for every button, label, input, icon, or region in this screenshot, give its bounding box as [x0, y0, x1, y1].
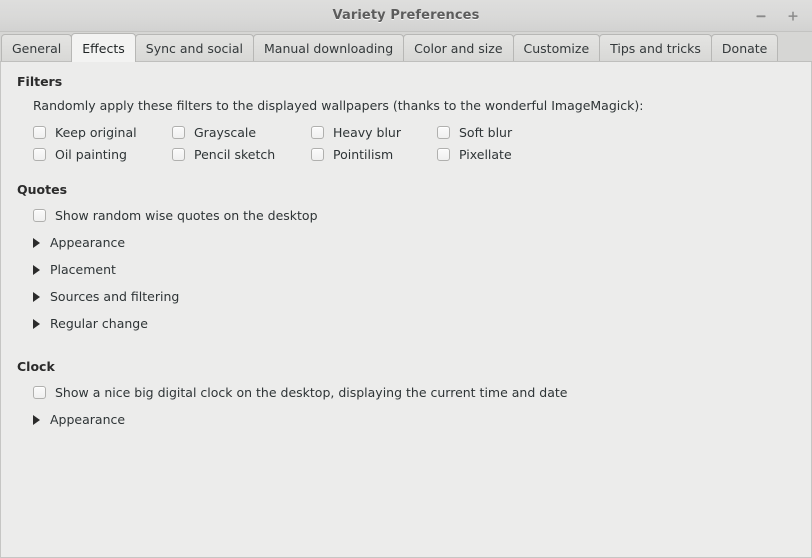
checkbox-row-show-quotes[interactable]: Show random wise quotes on the desktop — [33, 208, 811, 223]
checkbox-pencil-sketch[interactable] — [172, 148, 185, 161]
filters-checkbox-grid: Keep original Grayscale Heavy blur Soft … — [33, 125, 811, 162]
clock-section: Clock Show a nice big digital clock on t… — [1, 359, 811, 427]
expander-clock-appearance[interactable]: Appearance — [33, 412, 125, 427]
tab-color-and-size[interactable]: Color and size — [403, 34, 514, 61]
expander-quotes-regular-change[interactable]: Regular change — [33, 316, 148, 331]
checkbox-pixellate[interactable] — [437, 148, 450, 161]
checkbox-label: Grayscale — [194, 125, 257, 140]
checkbox-label: Soft blur — [459, 125, 513, 140]
checkbox-label: Show a nice big digital clock on the des… — [55, 385, 568, 400]
checkbox-label: Keep original — [55, 125, 137, 140]
checkbox-grayscale[interactable] — [172, 126, 185, 139]
window-controls — [752, 0, 802, 32]
filters-heading: Filters — [17, 74, 63, 89]
tab-manual-downloading[interactable]: Manual downloading — [253, 34, 405, 61]
tab-sync-and-social[interactable]: Sync and social — [134, 34, 254, 61]
effects-page: Filters Randomly apply these filters to … — [0, 62, 812, 558]
quotes-section: Quotes Show random wise quotes on the de… — [1, 182, 811, 331]
checkbox-label: Heavy blur — [333, 125, 401, 140]
checkbox-show-quotes[interactable] — [33, 209, 46, 222]
filters-description: Randomly apply these filters to the disp… — [33, 98, 644, 113]
tab-general[interactable]: General — [1, 34, 73, 61]
tab-bar: General Effects Sync and social Manual d… — [0, 32, 812, 62]
tab-label: Effects — [82, 40, 125, 56]
expander-label: Appearance — [50, 235, 126, 250]
title-bar: Variety Preferences — [0, 0, 812, 32]
tab-label: Donate — [721, 40, 768, 56]
filters-section: Filters Randomly apply these filters to … — [1, 74, 811, 162]
chevron-right-icon — [33, 291, 40, 302]
tab-effects[interactable]: Effects — [71, 33, 136, 62]
expander-label: Regular change — [50, 316, 148, 331]
checkbox-row-pixellate[interactable]: Pixellate — [437, 147, 811, 162]
expander-quotes-sources-and-filtering[interactable]: Sources and filtering — [33, 289, 179, 304]
tab-label: Sync and social — [145, 40, 243, 56]
chevron-right-icon — [33, 264, 40, 275]
checkbox-label: Pixellate — [459, 147, 512, 162]
tab-donate[interactable]: Donate — [710, 34, 779, 61]
tab-tips-and-tricks[interactable]: Tips and tricks — [599, 34, 712, 61]
checkbox-soft-blur[interactable] — [437, 126, 450, 139]
checkbox-pointilism[interactable] — [311, 148, 324, 161]
checkbox-show-clock[interactable] — [33, 386, 46, 399]
expander-label: Sources and filtering — [50, 289, 180, 304]
checkbox-row-pencil-sketch[interactable]: Pencil sketch — [172, 147, 311, 162]
preferences-notebook: General Effects Sync and social Manual d… — [0, 32, 812, 558]
checkbox-row-soft-blur[interactable]: Soft blur — [437, 125, 811, 140]
checkbox-label: Oil painting — [55, 147, 127, 162]
expander-quotes-appearance[interactable]: Appearance — [33, 235, 125, 250]
checkbox-row-show-clock[interactable]: Show a nice big digital clock on the des… — [33, 385, 811, 400]
window-title: Variety Preferences — [332, 8, 480, 23]
chevron-right-icon — [33, 237, 40, 248]
checkbox-label: Pointilism — [333, 147, 394, 162]
preferences-window: Variety Preferences General Effects Sync… — [0, 0, 812, 558]
checkbox-label: Show random wise quotes on the desktop — [55, 208, 318, 223]
tab-label: Tips and tricks — [610, 40, 701, 56]
checkbox-row-oil-painting[interactable]: Oil painting — [33, 147, 172, 162]
checkbox-row-grayscale[interactable]: Grayscale — [172, 125, 311, 140]
quotes-heading: Quotes — [17, 182, 68, 197]
checkbox-heavy-blur[interactable] — [311, 126, 324, 139]
expander-label: Placement — [50, 262, 116, 277]
checkbox-label: Pencil sketch — [194, 147, 276, 162]
chevron-right-icon — [33, 414, 40, 425]
expander-quotes-placement[interactable]: Placement — [33, 262, 116, 277]
tab-customize[interactable]: Customize — [512, 34, 601, 61]
checkbox-row-keep-original[interactable]: Keep original — [33, 125, 172, 140]
tab-label: Color and size — [414, 40, 503, 56]
chevron-right-icon — [33, 318, 40, 329]
clock-heading: Clock — [17, 359, 55, 374]
tab-label: Customize — [523, 40, 590, 56]
minimize-icon[interactable] — [752, 7, 770, 25]
checkbox-oil-painting[interactable] — [33, 148, 46, 161]
checkbox-keep-original[interactable] — [33, 126, 46, 139]
checkbox-row-heavy-blur[interactable]: Heavy blur — [311, 125, 437, 140]
expander-label: Appearance — [50, 412, 126, 427]
tab-label: General — [12, 40, 62, 56]
tab-label: Manual downloading — [264, 40, 394, 56]
maximize-icon[interactable] — [784, 7, 802, 25]
checkbox-row-pointilism[interactable]: Pointilism — [311, 147, 437, 162]
